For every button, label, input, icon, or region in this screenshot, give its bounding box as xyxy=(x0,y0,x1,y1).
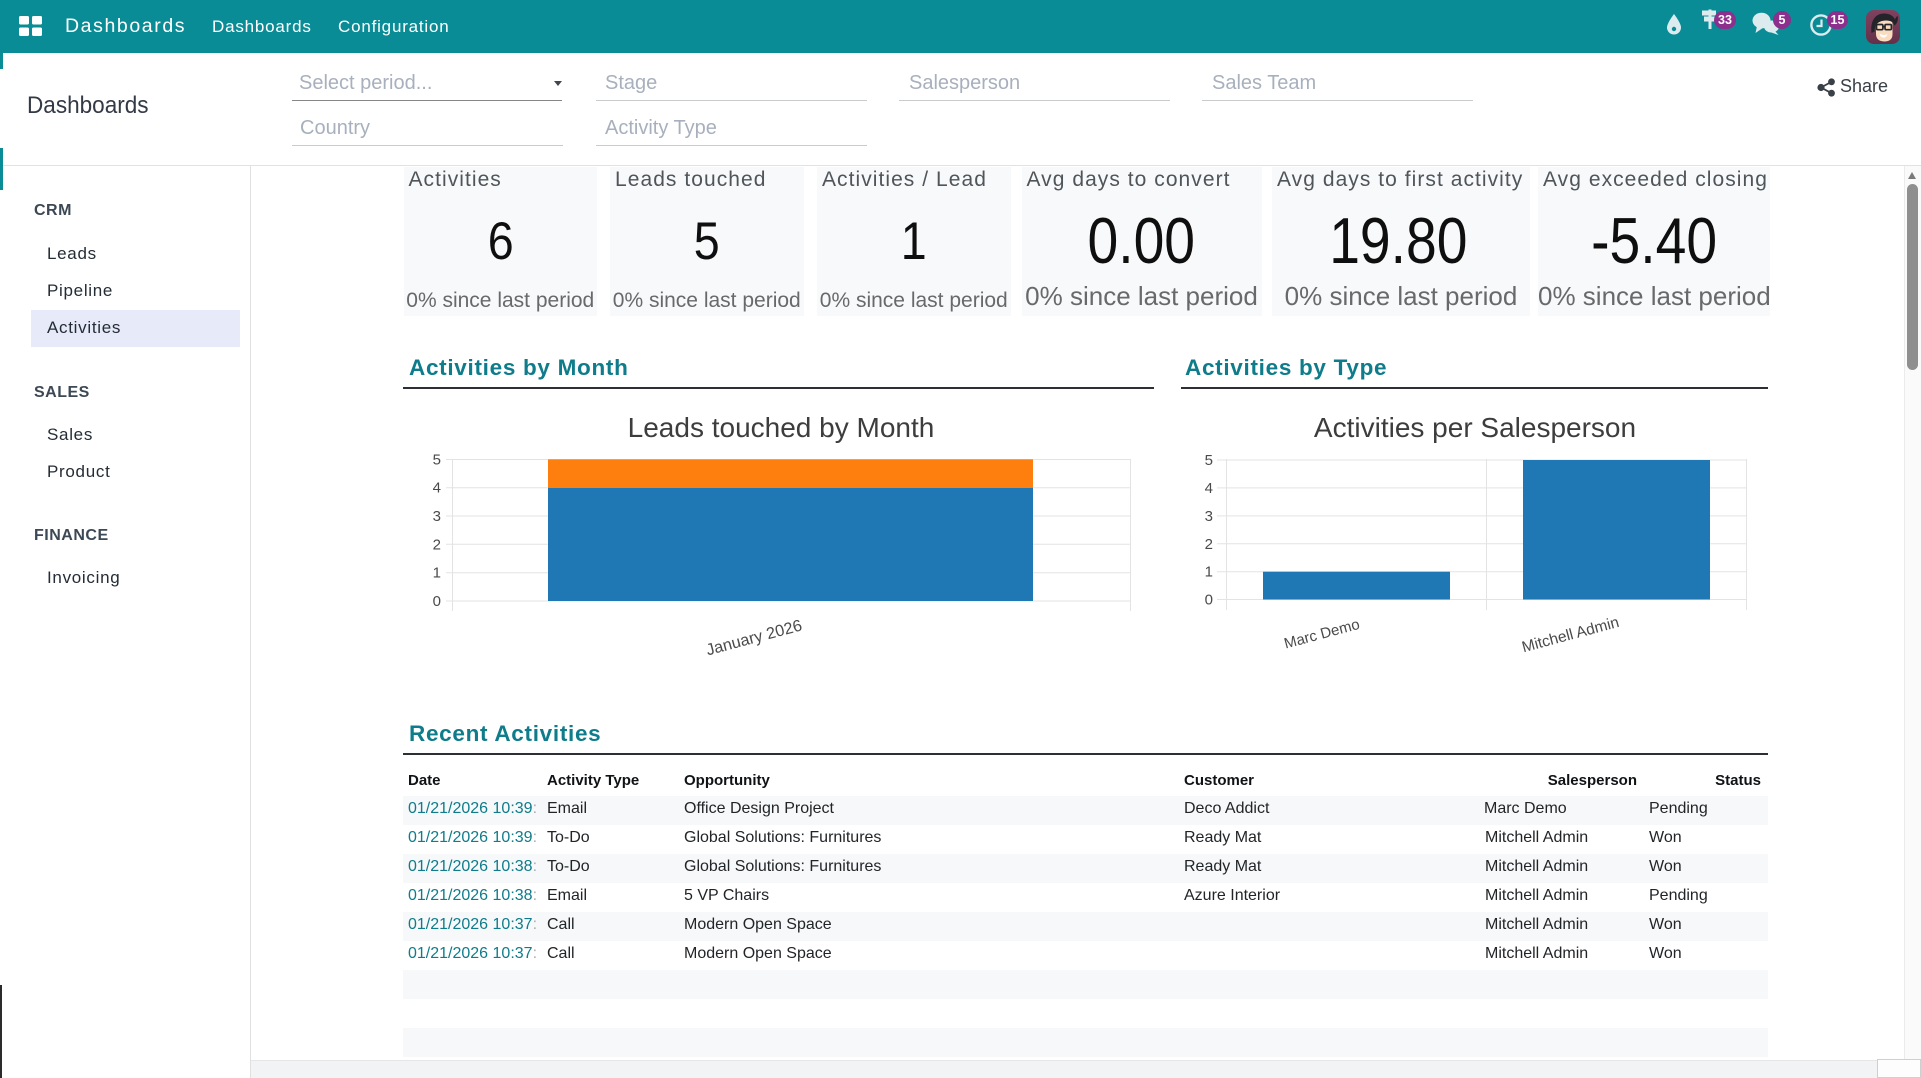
svg-text:Leads touched by Month: Leads touched by Month xyxy=(628,412,935,443)
svg-text:0: 0 xyxy=(433,593,441,610)
svg-text:Marc Demo: Marc Demo xyxy=(1282,616,1361,652)
svg-text:January 2026: January 2026 xyxy=(704,616,804,659)
svg-text:3: 3 xyxy=(433,508,441,525)
svg-text:2: 2 xyxy=(1205,536,1213,553)
svg-text:Activities per Salesperson: Activities per Salesperson xyxy=(1314,412,1636,443)
svg-text:5: 5 xyxy=(433,451,441,468)
svg-text:4: 4 xyxy=(433,480,441,497)
svg-text:5: 5 xyxy=(1205,452,1213,469)
svg-text:4: 4 xyxy=(1205,480,1213,497)
svg-text:1: 1 xyxy=(1205,564,1213,581)
svg-text:Mitchell Admin: Mitchell Admin xyxy=(1520,614,1621,656)
svg-text:1: 1 xyxy=(433,565,441,582)
svg-text:2: 2 xyxy=(433,536,441,553)
svg-text:3: 3 xyxy=(1205,508,1213,525)
svg-text:0: 0 xyxy=(1205,592,1213,609)
